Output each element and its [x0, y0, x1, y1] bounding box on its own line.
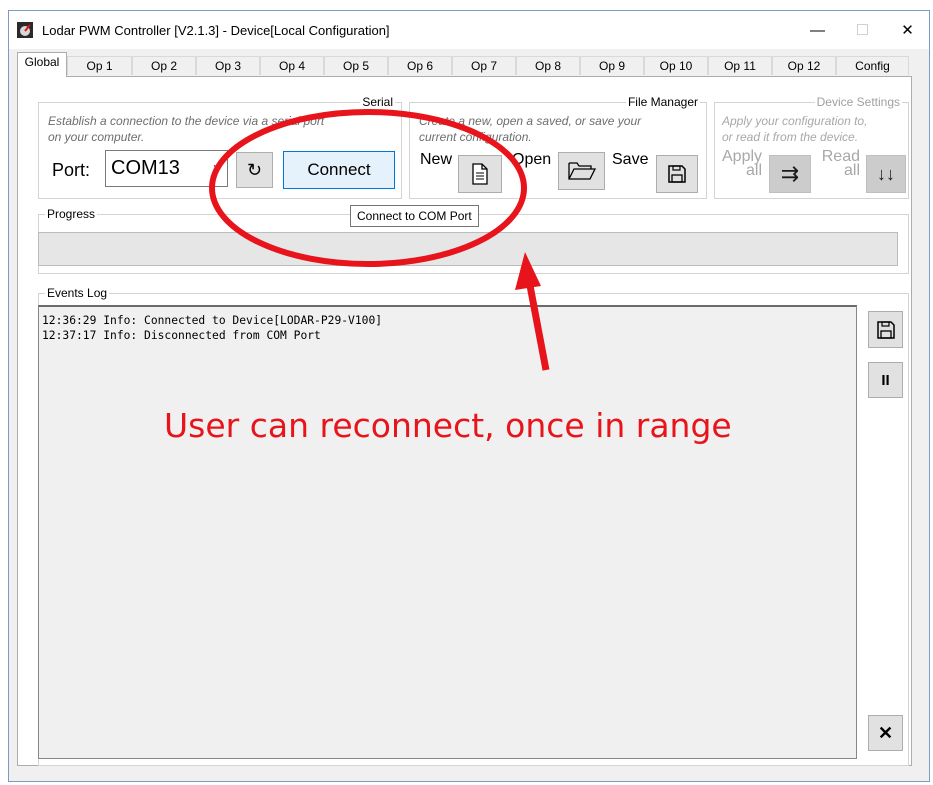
apply-all-label-line2: all — [745, 162, 762, 179]
tab-op1[interactable]: Op 1 — [67, 56, 132, 75]
new-label: New — [420, 151, 453, 168]
save-file-button[interactable] — [656, 155, 698, 193]
save-log-button[interactable] — [868, 311, 903, 348]
window-title: Lodar PWM Controller [V2.1.3] - Device[L… — [42, 23, 390, 38]
maximize-icon: ☐ — [855, 22, 870, 39]
read-all-label: Read all — [818, 149, 860, 179]
clear-icon: ✕ — [877, 722, 894, 743]
connect-button-label: Connect — [307, 160, 371, 179]
tab-op7[interactable]: Op 7 — [452, 56, 516, 75]
port-select-value: COM13 — [111, 157, 180, 179]
device-settings-description-line1: Apply your configuration to, — [722, 114, 868, 128]
new-file-icon — [472, 163, 488, 185]
close-icon: ✕ — [901, 22, 914, 39]
chevron-down-icon: ∨ — [212, 161, 221, 175]
tab-global[interactable]: Global — [17, 52, 67, 77]
port-select[interactable]: COM13 ∨ — [105, 150, 228, 187]
pause-icon: II — [881, 371, 890, 389]
minimize-button[interactable]: — — [795, 11, 840, 49]
read-arrows-icon: ↓↓ — [877, 163, 895, 184]
tab-op10[interactable]: Op 10 — [644, 56, 708, 75]
device-settings-group-title: Device Settings — [814, 95, 902, 109]
refresh-ports-button[interactable]: ↻ — [236, 152, 273, 188]
log-save-icon — [876, 320, 895, 339]
read-all-button: ↓↓ — [866, 155, 906, 193]
connect-button[interactable]: Connect — [283, 151, 395, 189]
tab-op2[interactable]: Op 2 — [132, 56, 196, 75]
events-log-group-title: Events Log — [45, 286, 110, 300]
tab-op5[interactable]: Op 5 — [324, 56, 388, 75]
tab-op6[interactable]: Op 6 — [388, 56, 452, 75]
new-file-button[interactable] — [458, 155, 502, 193]
annotation-text: User can reconnect, once in range — [164, 406, 732, 445]
app-icon — [17, 22, 33, 38]
serial-description-line1: Establish a connection to the device via… — [48, 114, 325, 128]
tab-config[interactable]: Config — [836, 56, 909, 75]
close-button[interactable]: ✕ — [885, 11, 930, 49]
save-label: Save — [612, 151, 649, 168]
apply-all-button: ⇉ — [769, 155, 811, 193]
device-settings-description: Apply your configuration to, or read it … — [722, 113, 867, 145]
progress-group-title: Progress — [45, 207, 98, 221]
tab-op12[interactable]: Op 12 — [772, 56, 836, 75]
refresh-icon: ↻ — [246, 159, 263, 180]
tab-op3[interactable]: Op 3 — [196, 56, 260, 75]
serial-group-title: Serial — [360, 95, 395, 109]
save-disk-icon — [668, 165, 686, 183]
pause-log-button[interactable]: II — [868, 362, 903, 398]
open-label: Open — [512, 151, 552, 168]
serial-description: Establish a connection to the device via… — [48, 113, 324, 145]
maximize-button: ☐ — [840, 11, 885, 49]
log-line: 12:36:29 Info: Connected to Device[LODAR… — [42, 314, 383, 327]
title-bar[interactable]: Lodar PWM Controller [V2.1.3] - Device[L… — [9, 11, 929, 49]
file-manager-description: Create a new, open a saved, or save your… — [419, 113, 641, 145]
tab-op11[interactable]: Op 11 — [708, 56, 772, 75]
file-manager-group-title: File Manager — [625, 95, 700, 109]
progress-bar — [38, 232, 898, 266]
events-log-output[interactable]: 12:36:29 Info: Connected to Device[LODAR… — [38, 305, 857, 759]
connect-tooltip: Connect to COM Port — [350, 205, 479, 227]
clear-log-button[interactable]: ✕ — [868, 715, 903, 751]
open-folder-icon — [567, 162, 596, 180]
tab-strip: Global Op 1 Op 2 Op 3 Op 4 Op 5 Op 6 Op … — [17, 52, 909, 77]
serial-description-line2: on your computer. — [48, 130, 145, 144]
port-label: Port: — [52, 160, 91, 180]
apply-arrows-icon: ⇉ — [780, 161, 800, 186]
file-manager-description-line1: Create a new, open a saved, or save your — [419, 114, 642, 128]
tab-op4[interactable]: Op 4 — [260, 56, 324, 75]
open-file-button[interactable] — [558, 152, 605, 190]
device-settings-description-line2: or read it from the device. — [722, 130, 859, 144]
apply-all-label: Apply all — [722, 149, 762, 179]
file-manager-description-line2: current configuration. — [419, 130, 532, 144]
minimize-icon: — — [810, 21, 825, 39]
log-line: 12:37:17 Info: Disconnected from COM Por… — [42, 329, 321, 342]
read-all-label-line2: all — [843, 162, 860, 179]
tab-op8[interactable]: Op 8 — [516, 56, 580, 75]
tab-op9[interactable]: Op 9 — [580, 56, 644, 75]
